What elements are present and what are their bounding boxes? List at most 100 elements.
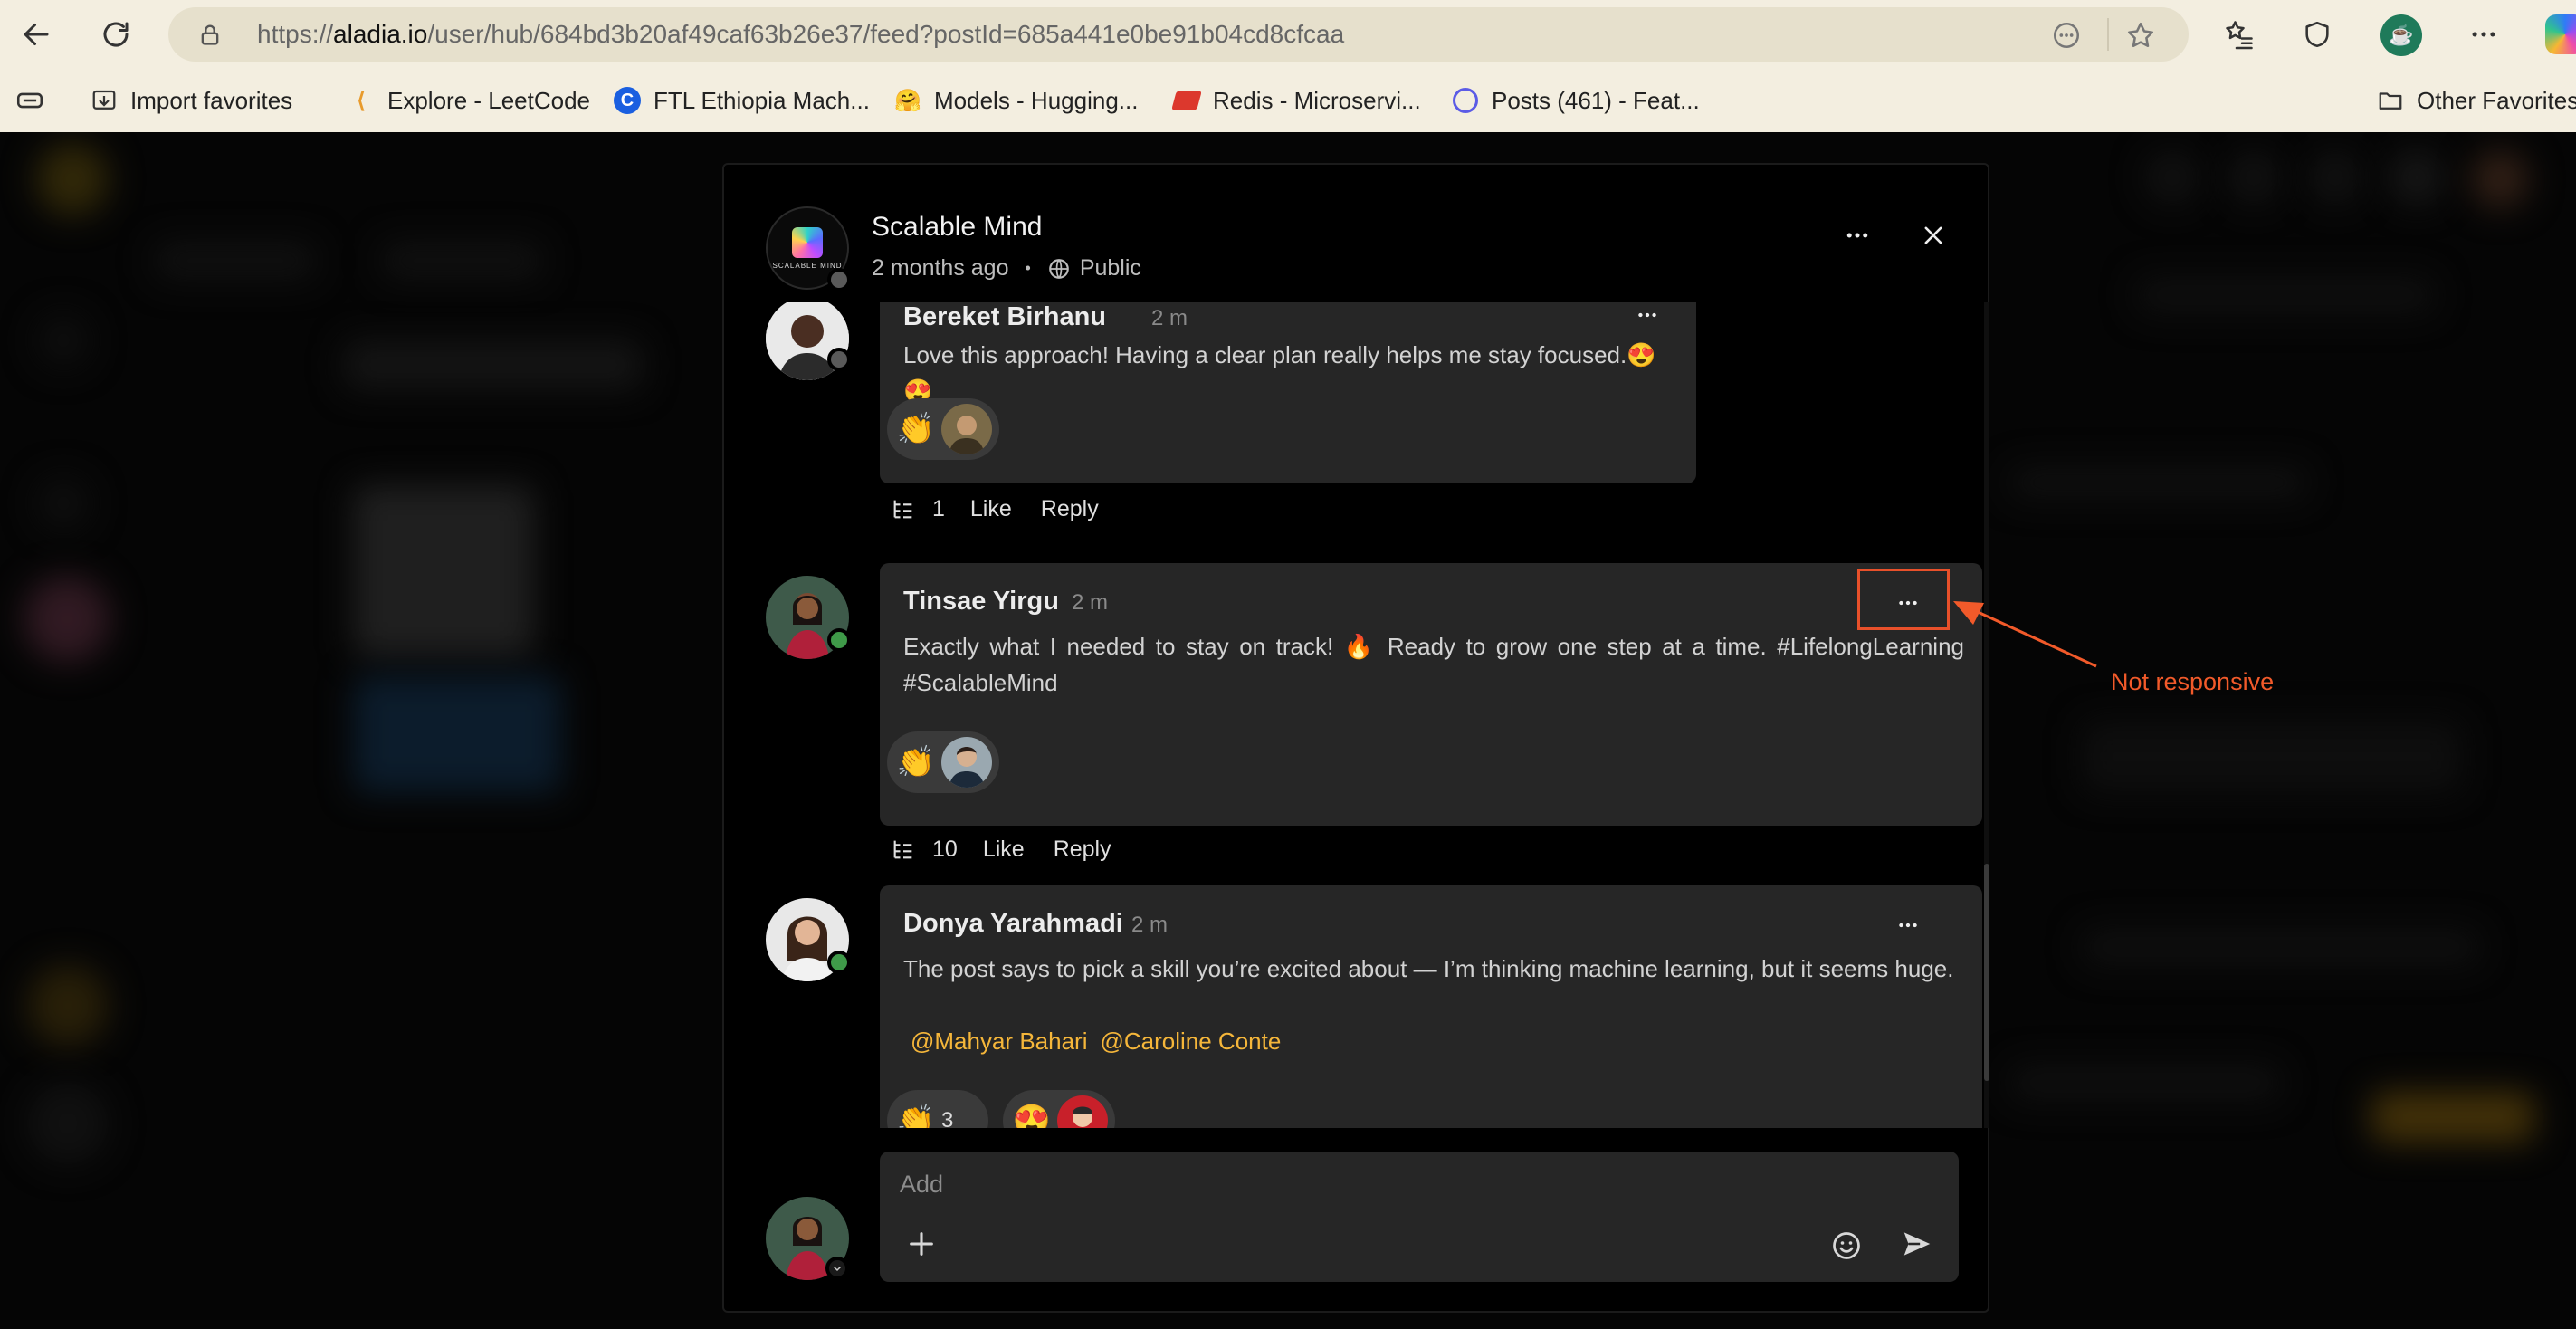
comment-actions: 10 Like Reply xyxy=(891,831,1140,867)
replies-count[interactable]: 10 xyxy=(932,837,958,863)
comment-bubble: Tinsae Yirgu 2 m Exactly what I needed t… xyxy=(880,563,1982,826)
commenter-status-dot xyxy=(827,628,851,652)
bookmark-redis[interactable]: Redis - Microservi... xyxy=(1171,81,1421,120)
address-bar[interactable]: https://aladia.io/user/hub/684bd3b20af49… xyxy=(168,7,2189,62)
c-logo-icon: C xyxy=(614,87,641,114)
posts-icon xyxy=(1452,87,1479,114)
bookmark-label: Models - Hugging... xyxy=(934,86,1139,114)
reactor-avatar xyxy=(941,737,992,788)
clap-emoji: 👏 xyxy=(896,745,936,779)
reply-button[interactable]: Reply xyxy=(1054,837,1111,863)
author-status-dot xyxy=(827,268,851,292)
smiley-icon xyxy=(1833,1232,1860,1259)
commenter-name[interactable]: Bereket Birhanu xyxy=(903,302,1106,332)
shield-icon[interactable] xyxy=(2295,13,2339,56)
plus-icon xyxy=(910,1232,933,1256)
bookmark-label: FTL Ethiopia Mach... xyxy=(654,86,870,114)
comment-mentions: @Mahyar Bahari @Caroline Conte xyxy=(911,1023,1293,1059)
replies-count[interactable]: 1 xyxy=(932,496,945,522)
refresh-icon xyxy=(103,22,129,47)
commenter-status-dot xyxy=(827,348,851,371)
bookmarks-bar: Import favorites ⟨ Explore - LeetCode C … xyxy=(0,69,2576,133)
url-domain: aladia.io xyxy=(333,20,428,48)
comment-more-button[interactable] xyxy=(1888,909,1928,942)
comment-more-button[interactable] xyxy=(1627,302,1667,331)
reactions-summary[interactable]: 👏 xyxy=(887,398,999,460)
url-path: /user/hub/684bd3b20af49caf63b26e37/feed?… xyxy=(427,20,1345,48)
post-visibility: Public xyxy=(1079,255,1141,281)
bookmark-import-favorites[interactable]: Import favorites xyxy=(91,81,292,120)
copilot-icon[interactable] xyxy=(2545,14,2576,54)
send-button[interactable] xyxy=(1895,1222,1939,1266)
reaction-count: 3 xyxy=(941,1108,954,1128)
refresh-button[interactable] xyxy=(94,13,138,56)
redis-icon xyxy=(1171,87,1202,114)
post-more-button[interactable] xyxy=(1837,215,1877,255)
like-button[interactable]: Like xyxy=(970,496,1012,522)
folder-icon xyxy=(2377,87,2404,114)
clap-emoji: 👏 xyxy=(896,412,936,446)
comment-time: 2 m xyxy=(1072,590,1109,615)
attach-button[interactable] xyxy=(900,1222,943,1266)
bookmark-label: Redis - Microservi... xyxy=(1213,86,1421,114)
profile-avatar-icon[interactable]: ☕ xyxy=(2380,14,2422,56)
bookmark-posts[interactable]: Posts (461) - Feat... xyxy=(1452,81,1700,120)
back-button[interactable] xyxy=(14,13,58,56)
mention-link[interactable]: @Caroline Conte xyxy=(1100,1028,1281,1055)
mention-link[interactable]: @Mahyar Bahari xyxy=(911,1028,1087,1055)
clap-emoji: 👏 xyxy=(896,1104,936,1128)
import-icon xyxy=(91,87,118,114)
emoji-button[interactable] xyxy=(1825,1224,1868,1267)
bookmark-leetcode[interactable]: ⟨ Explore - LeetCode xyxy=(348,81,590,120)
annotation-highlight-box xyxy=(1857,569,1950,630)
bookmark-hugging-face[interactable]: 🤗 Models - Hugging... xyxy=(894,81,1138,120)
browser-toolbar: https://aladia.io/user/hub/684bd3b20af49… xyxy=(0,0,2576,69)
tab-actions-icon[interactable] xyxy=(14,81,45,120)
favorite-star-icon[interactable] xyxy=(2125,20,2156,55)
commenter-name[interactable]: Tinsae Yirgu xyxy=(903,587,1059,617)
more-horizontal-icon xyxy=(1846,233,1868,238)
more-horizontal-icon xyxy=(1899,923,1917,928)
scalable-mind-logo-icon xyxy=(792,226,823,258)
comment-actions: 1 Like Reply xyxy=(891,491,1128,527)
bookmark-other-favorites[interactable]: Other Favorites xyxy=(2377,81,2576,120)
reactions-summary[interactable]: 👏 3 xyxy=(887,1090,988,1128)
scrollbar-thumb[interactable] xyxy=(1984,864,1989,1081)
browser-menu-icon[interactable] xyxy=(2462,13,2505,56)
commenter-status-dot xyxy=(827,951,851,974)
annotation-label: Not responsive xyxy=(2111,668,2275,695)
thread-icon[interactable] xyxy=(891,837,916,862)
lock-icon xyxy=(197,22,223,52)
read-aloud-icon[interactable] xyxy=(2051,20,2082,55)
like-button[interactable]: Like xyxy=(983,837,1025,863)
bookmark-ftl-ethiopia[interactable]: C FTL Ethiopia Mach... xyxy=(614,81,870,120)
comment-bubble: Donya Yarahmadi 2 m The post says to pic… xyxy=(880,885,1982,1128)
reactions-summary[interactable]: 👏 xyxy=(887,731,999,793)
url-separator xyxy=(2107,18,2109,51)
thread-icon[interactable] xyxy=(891,496,916,521)
reply-button[interactable]: Reply xyxy=(1041,496,1099,522)
comment-bubble: Bereket Birhanu 2 m Love this approach! … xyxy=(880,302,1696,483)
comment-input[interactable] xyxy=(898,1161,1897,1208)
post-meta: 2 months ago • Public xyxy=(872,255,1141,282)
bookmark-label: Other Favorites xyxy=(2417,86,2576,114)
close-modal-button[interactable] xyxy=(1913,215,1953,255)
commenter-name[interactable]: Donya Yarahmadi xyxy=(903,909,1123,939)
post-author-name[interactable]: Scalable Mind xyxy=(872,212,1042,243)
bookmark-label: Import favorites xyxy=(130,86,293,114)
favorites-list-icon[interactable] xyxy=(2218,13,2261,56)
user-menu-chevron-icon[interactable] xyxy=(825,1257,849,1280)
meta-separator: • xyxy=(1025,259,1031,277)
reactions-summary[interactable]: 😍 xyxy=(1003,1090,1115,1128)
comment-text: The post says to pick a skill you’re exc… xyxy=(903,955,1954,982)
more-horizontal-icon xyxy=(1638,312,1656,318)
comment-time: 2 m xyxy=(1131,913,1169,937)
close-icon xyxy=(1924,226,1942,244)
url-prefix: https:// xyxy=(257,20,334,48)
url-text[interactable]: https://aladia.io/user/hub/684bd3b20af49… xyxy=(257,7,1344,62)
post-time: 2 months ago xyxy=(872,255,1009,281)
comments-list[interactable]: Bereket Birhanu 2 m Love this approach! … xyxy=(762,302,1984,1128)
comments-scrollbar[interactable] xyxy=(1984,302,1989,1128)
logo-text: SCALABLE MIND xyxy=(772,261,843,270)
heart-eyes-emoji: 😍 xyxy=(1012,1104,1052,1128)
